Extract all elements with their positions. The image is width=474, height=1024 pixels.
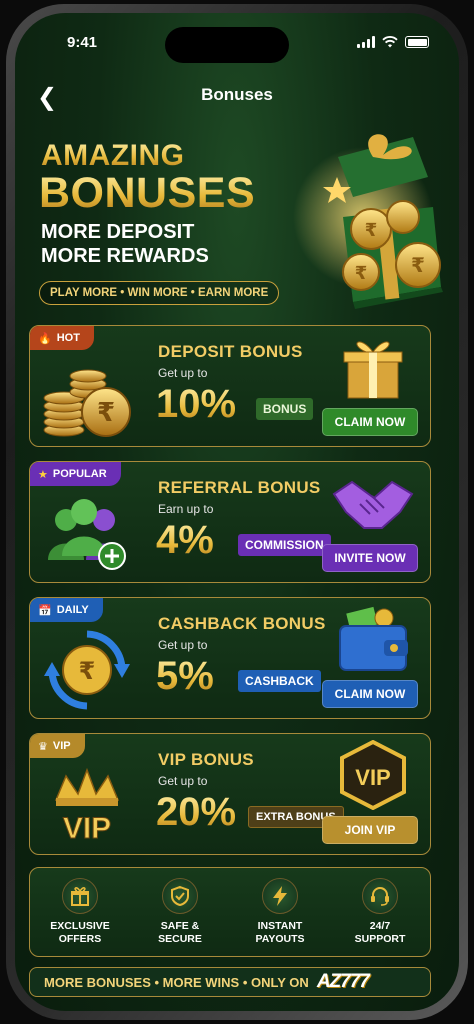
card-percent: 4%	[156, 518, 214, 562]
hero-banner: AMAZING BONUSES MORE DEPOSIT MORE REWARD…	[15, 117, 459, 317]
claim-now-button[interactable]: CLAIM NOW	[322, 408, 418, 436]
svg-text:VIP: VIP	[63, 812, 111, 845]
status-bar: 9:41	[15, 13, 459, 71]
users-plus-icon	[48, 499, 126, 570]
svg-text:₹: ₹	[411, 255, 425, 277]
feature-label: SAFE & SECURE	[158, 920, 202, 945]
card-subtitle: Get up to	[158, 638, 208, 652]
gift-box-coins-illustration: ₹ ₹ ₹	[293, 134, 443, 309]
popular-badge: ★ POPULAR	[30, 462, 121, 486]
app-screen: 9:41 ❮ Bonuses AMAZING BONUSES MORE DEPO…	[15, 13, 459, 1011]
shield-check-icon	[162, 878, 198, 914]
referral-bonus-card: ★ POPULAR REFERRAL BONUS Earn up to 4% CO…	[29, 461, 431, 583]
svg-text:₹: ₹	[97, 397, 115, 427]
coin-stack-icon: ₹	[43, 369, 131, 437]
invite-now-button[interactable]: INVITE NOW	[322, 544, 418, 572]
battery-icon	[405, 36, 429, 48]
lightning-icon	[262, 878, 298, 914]
hero-title-line1: AMAZING	[41, 139, 185, 172]
card-percent: 20%	[156, 790, 237, 834]
card-subtitle: Get up to	[158, 774, 208, 788]
headset-icon	[362, 878, 398, 914]
crown-icon: ♛	[38, 740, 48, 753]
card-subtitle: Earn up to	[158, 502, 214, 516]
cashback-bonus-card: 📅 DAILY ₹ CASHBACK BONUS Get up to 5% CAS…	[29, 597, 431, 719]
signal-icon	[357, 36, 375, 48]
cashback-coin-icon: ₹	[44, 630, 130, 710]
vip-hexagon-icon: VIP	[340, 740, 406, 810]
svg-text:VIP: VIP	[355, 765, 390, 790]
feature-label: 24/7 SUPPORT	[354, 920, 406, 945]
wifi-icon	[382, 36, 398, 48]
join-vip-button[interactable]: JOIN VIP	[322, 816, 418, 844]
svg-text:₹: ₹	[79, 658, 96, 685]
card-percent: 5%	[156, 654, 214, 698]
wallet-icon	[339, 606, 408, 671]
flame-icon: 🔥	[38, 332, 52, 345]
az777-logo: AZ777	[316, 971, 370, 992]
status-time: 9:41	[67, 33, 98, 51]
card-title: DEPOSIT BONUS	[158, 342, 303, 361]
vip-badge: ♛ VIP	[30, 734, 85, 758]
hero-tagline: PLAY MORE • WIN MORE • EARN MORE	[39, 281, 280, 305]
card-title: VIP BONUS	[158, 750, 254, 769]
features-row: EXCLUSIVE OFFERS SAFE & SECURE INSTANT P…	[29, 867, 431, 957]
bonus-tag: BONUS	[256, 398, 314, 420]
hero-title-line2: BONUSES	[39, 169, 256, 217]
feature-safe-secure: SAFE & SECURE	[130, 868, 230, 956]
phone-frame: 9:41 ❮ Bonuses AMAZING BONUSES MORE DEPO…	[6, 4, 468, 1020]
calendar-icon: 📅	[38, 604, 52, 617]
chevron-left-icon[interactable]: ❮	[37, 83, 57, 112]
svg-text:₹: ₹	[365, 220, 378, 240]
card-subtitle: Get up to	[158, 366, 208, 380]
daily-badge: 📅 DAILY	[30, 598, 103, 622]
feature-label: INSTANT PAYOUTS	[255, 920, 305, 945]
card-title: REFERRAL BONUS	[158, 478, 321, 497]
vip-bonus-card: ♛ VIP VIP VIP BONUS Get up to 20% EXTRA B…	[29, 733, 431, 855]
hero-subtitle-line1: MORE DEPOSIT	[41, 221, 195, 243]
nav-bar: ❮ Bonuses	[15, 75, 459, 115]
svg-text:₹: ₹	[355, 263, 368, 283]
feature-instant-payouts: INSTANT PAYOUTS	[230, 868, 330, 956]
card-title: CASHBACK BONUS	[158, 614, 326, 633]
footer-text: MORE BONUSES • MORE WINS • ONLY ON	[44, 974, 309, 990]
gift-icon	[62, 878, 98, 914]
footer-banner: MORE BONUSES • MORE WINS • ONLY ON AZ777	[29, 967, 431, 997]
feature-label: EXCLUSIVE OFFERS	[50, 920, 110, 945]
cashback-tag: CASHBACK	[238, 670, 321, 692]
deposit-bonus-card: 🔥 HOT ₹ DEPOSIT BONUS Get up to 10% BONUS…	[29, 325, 431, 447]
gift-box-icon	[343, 341, 403, 399]
claim-now-button[interactable]: CLAIM NOW	[322, 680, 418, 708]
vip-crown-icon: VIP	[54, 767, 120, 846]
hot-badge: 🔥 HOT	[30, 326, 94, 350]
feature-support: 24/7 SUPPORT	[330, 868, 430, 956]
star-icon: ★	[38, 468, 48, 481]
commission-tag: COMMISSION	[238, 534, 331, 556]
page-title: Bonuses	[201, 85, 273, 104]
hero-subtitle-line2: MORE REWARDS	[41, 245, 209, 267]
feature-exclusive-offers: EXCLUSIVE OFFERS	[30, 868, 130, 956]
card-percent: 10%	[156, 382, 237, 426]
handshake-icon	[332, 480, 414, 529]
